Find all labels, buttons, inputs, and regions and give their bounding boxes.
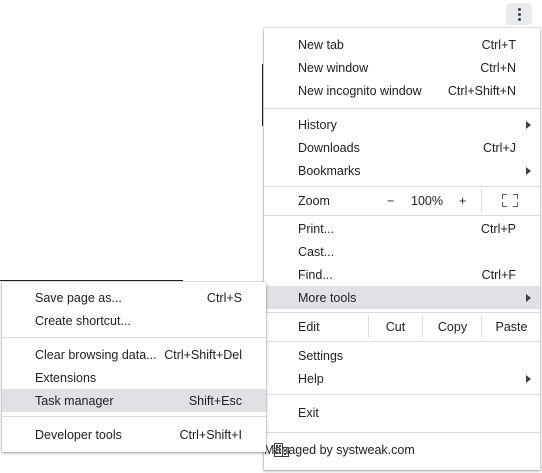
submenu-item-task-manager[interactable]: Task manager Shift+Esc [2,389,266,412]
menu-separator [264,341,540,342]
menu-item-shortcut: Ctrl+F [481,267,516,282]
submenu-item-clear-browsing-data[interactable]: Clear browsing data... Ctrl+Shift+Del [2,343,266,366]
menu-item-exit[interactable]: Exit [264,401,540,424]
menu-item-shortcut: Ctrl+Shift+I [179,427,242,442]
cut-button[interactable]: Cut [368,315,422,338]
menu-item-help[interactable]: Help [264,367,540,390]
more-tools-submenu: Save page as... Ctrl+S Create shortcut..… [2,282,266,452]
menu-item-label: Bookmarks [298,163,361,178]
menu-item-label: Extensions [35,370,97,385]
menu-item-label: Print... [298,221,335,236]
menu-item-find[interactable]: Find... Ctrl+F [264,263,540,286]
menu-item-label: Downloads [298,140,360,155]
menu-separator [264,108,540,109]
submenu-arrow-icon [526,166,531,175]
menu-separator [264,432,540,433]
menu-item-label: Save page as... [35,290,122,305]
menu-item-new-window[interactable]: New window Ctrl+N [264,56,540,79]
menu-item-label: Find... [298,267,333,282]
submenu-item-save-page[interactable]: Save page as... Ctrl+S [2,286,266,309]
menu-separator [2,416,266,417]
menu-item-history[interactable]: History [264,113,540,136]
zoom-out-button[interactable]: − [387,194,394,208]
menu-item-shortcut: Ctrl+S [206,290,242,305]
paste-button[interactable]: Paste [481,315,541,338]
menu-item-label: New tab [298,37,344,52]
building-icon [274,443,289,457]
zoom-divider [481,189,482,212]
more-vert-icon[interactable] [506,3,532,25]
menu-item-new-tab[interactable]: New tab Ctrl+T [264,33,540,56]
menu-item-label: Help [298,371,324,386]
submenu-item-create-shortcut[interactable]: Create shortcut... [2,309,266,332]
menu-item-more-tools[interactable]: More tools [264,286,540,309]
menu-item-print[interactable]: Print... Ctrl+P [264,217,540,240]
menu-item-bookmarks[interactable]: Bookmarks [264,159,540,182]
menu-separator [264,394,540,395]
menu-item-label: New window [298,60,369,75]
menu-item-settings[interactable]: Settings [264,344,540,367]
submenu-item-extensions[interactable]: Extensions [2,366,266,389]
menu-separator [264,215,540,216]
menu-item-shortcut: Ctrl+N [480,60,516,75]
menu-item-label: Create shortcut... [35,313,131,328]
menu-item-label: Cast... [298,244,335,259]
chrome-main-menu: New tab Ctrl+T New window Ctrl+N New inc… [264,28,540,470]
fullscreen-icon[interactable] [502,194,518,207]
menu-item-shortcut: Ctrl+Shift+Del [164,347,242,362]
edit-label: Edit [298,319,320,334]
menu-item-shortcut: Ctrl+P [480,221,516,236]
submenu-arrow-icon [526,293,531,302]
zoom-row: Zoom − 100% + [264,189,540,212]
zoom-label: Zoom [298,193,330,208]
menu-separator [264,186,540,187]
menu-item-label: More tools [298,290,357,305]
menu-item-label: Settings [298,348,344,363]
menu-item-shortcut: Ctrl+T [481,37,516,52]
menu-item-new-incognito-window[interactable]: New incognito window Ctrl+Shift+N [264,79,540,102]
menu-separator [2,337,266,338]
zoom-level: 100% [411,193,443,208]
menu-item-shortcut: Ctrl+Shift+N [447,83,516,98]
edit-row: Edit Cut Copy Paste [264,315,540,338]
submenu-arrow-icon [526,120,531,129]
menu-item-label: Clear browsing data... [35,347,157,362]
page-background-line [0,280,183,281]
menu-separator [264,312,540,313]
submenu-item-developer-tools[interactable]: Developer tools Ctrl+Shift+I [2,423,266,446]
menu-item-shortcut: Shift+Esc [188,393,242,408]
menu-item-shortcut: Ctrl+J [483,140,516,155]
zoom-in-button[interactable]: + [459,194,466,208]
managed-by-notice[interactable]: Managed by systweak.com [264,436,540,464]
submenu-arrow-icon [526,374,531,383]
menu-item-cast[interactable]: Cast... [264,240,540,263]
menu-item-label: Developer tools [35,427,122,442]
menu-item-label: Task manager [35,393,114,408]
menu-item-downloads[interactable]: Downloads Ctrl+J [264,136,540,159]
menu-item-label: Exit [298,405,319,420]
menu-item-label: New incognito window [298,83,422,98]
copy-button[interactable]: Copy [422,315,482,338]
menu-item-label: History [298,117,337,132]
page-background-line [262,64,263,126]
